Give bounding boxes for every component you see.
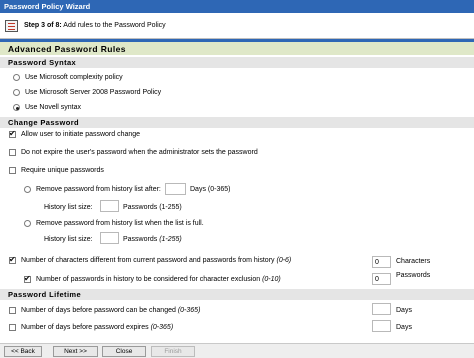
require-unique-checkbox[interactable] — [9, 167, 16, 174]
option-ms-2008[interactable]: Use Microsoft Server 2008 Password Polic… — [13, 89, 161, 96]
days-before-expire-checkbox[interactable] — [9, 324, 16, 331]
section-password-syntax: Password Syntax — [0, 57, 474, 68]
history-size-label: History list size: — [44, 204, 93, 211]
num-history-unit: Passwords — [396, 272, 431, 279]
next-button[interactable]: Next >> — [53, 346, 98, 357]
days-before-change-label: Number of days before password can be ch… — [21, 307, 201, 314]
option-label: Use Microsoft complexity policy — [25, 74, 123, 81]
finish-button[interactable]: Finish — [151, 346, 195, 357]
option-ms-complexity[interactable]: Use Microsoft complexity policy — [13, 74, 123, 81]
remove-when-full-radio[interactable] — [24, 220, 31, 227]
num-history-row[interactable]: Number of passwords in history to be con… — [24, 274, 281, 283]
section-change-password: Change Password — [0, 117, 474, 128]
allow-change-row[interactable]: Allow user to initiate password change — [9, 129, 141, 138]
wizard-footer: << Back Next >> Close Finish — [0, 343, 474, 358]
novell-syntax-radio[interactable] — [13, 104, 20, 111]
history-size-input[interactable] — [100, 200, 119, 212]
num-chars-checkbox[interactable] — [9, 255, 16, 264]
option-label: Use Novell syntax — [25, 104, 82, 111]
require-unique-row[interactable]: Require unique passwords — [9, 167, 104, 174]
num-history-label: Number of passwords in history to be con… — [36, 276, 281, 283]
days-before-expire-unit: Days — [396, 324, 412, 331]
option-label: Use Microsoft Server 2008 Password Polic… — [25, 89, 162, 96]
num-chars-label: Number of characters different from curr… — [21, 257, 292, 264]
require-unique-label: Require unique passwords — [21, 167, 104, 174]
num-history-input[interactable] — [372, 273, 391, 285]
close-button[interactable]: Close — [102, 346, 146, 357]
days-before-change-input[interactable] — [372, 303, 391, 315]
ms-complexity-radio[interactable] — [13, 74, 20, 81]
no-expire-checkbox[interactable] — [9, 149, 16, 156]
history-size-input-2[interactable] — [100, 232, 119, 244]
days-before-change-row[interactable]: Number of days before password can be ch… — [9, 307, 200, 314]
section-password-lifetime: Password Lifetime — [0, 289, 474, 300]
step-number: Step 3 of 8: — [24, 22, 62, 29]
allow-change-checkbox[interactable] — [9, 129, 16, 138]
num-chars-unit: Characters — [396, 258, 431, 265]
remove-full-label: Remove password from history list when t… — [36, 220, 204, 227]
remove-full-row[interactable]: Remove password from history list when t… — [24, 220, 204, 227]
history-size-unit: Passwords (1-255) — [123, 204, 182, 211]
num-history-checkbox[interactable] — [24, 274, 31, 283]
step-description: Add rules to the Password Policy — [61, 22, 166, 29]
history-size-unit: Passwords (1-255) — [123, 236, 182, 243]
remove-after-days-input[interactable] — [165, 183, 186, 195]
allow-change-label: Allow user to initiate password change — [21, 131, 141, 138]
days-before-expire-row[interactable]: Number of days before password expires (… — [9, 324, 173, 331]
days-before-expire-input[interactable] — [372, 320, 391, 332]
num-chars-input[interactable] — [372, 256, 391, 268]
window-title: Password Policy Wizard — [0, 0, 474, 13]
ms-2008-radio[interactable] — [13, 89, 20, 96]
num-chars-row[interactable]: Number of characters different from curr… — [9, 255, 292, 264]
remove-after-row[interactable]: Remove password from history list after: — [24, 186, 161, 193]
step-indicator: Step 3 of 8: Add rules to the Password P… — [24, 22, 166, 29]
back-button[interactable]: << Back — [4, 346, 42, 357]
remove-after-radio[interactable] — [24, 186, 31, 193]
days-before-change-checkbox[interactable] — [9, 307, 16, 314]
no-expire-label: Do not expire the user's password when t… — [21, 149, 258, 156]
days-before-change-unit: Days — [396, 307, 412, 314]
days-before-expire-label: Number of days before password expires (… — [21, 324, 174, 331]
page-title: Advanced Password Rules — [0, 42, 474, 55]
remove-after-label: Remove password from history list after: — [36, 186, 161, 193]
remove-after-unit: Days (0-365) — [190, 186, 231, 193]
step-bar: Step 3 of 8: Add rules to the Password P… — [0, 13, 474, 39]
option-novell[interactable]: Use Novell syntax — [13, 104, 81, 111]
history-size-label: History list size: — [44, 236, 93, 243]
no-expire-row[interactable]: Do not expire the user's password when t… — [9, 149, 258, 156]
wizard-step-icon — [5, 20, 18, 32]
